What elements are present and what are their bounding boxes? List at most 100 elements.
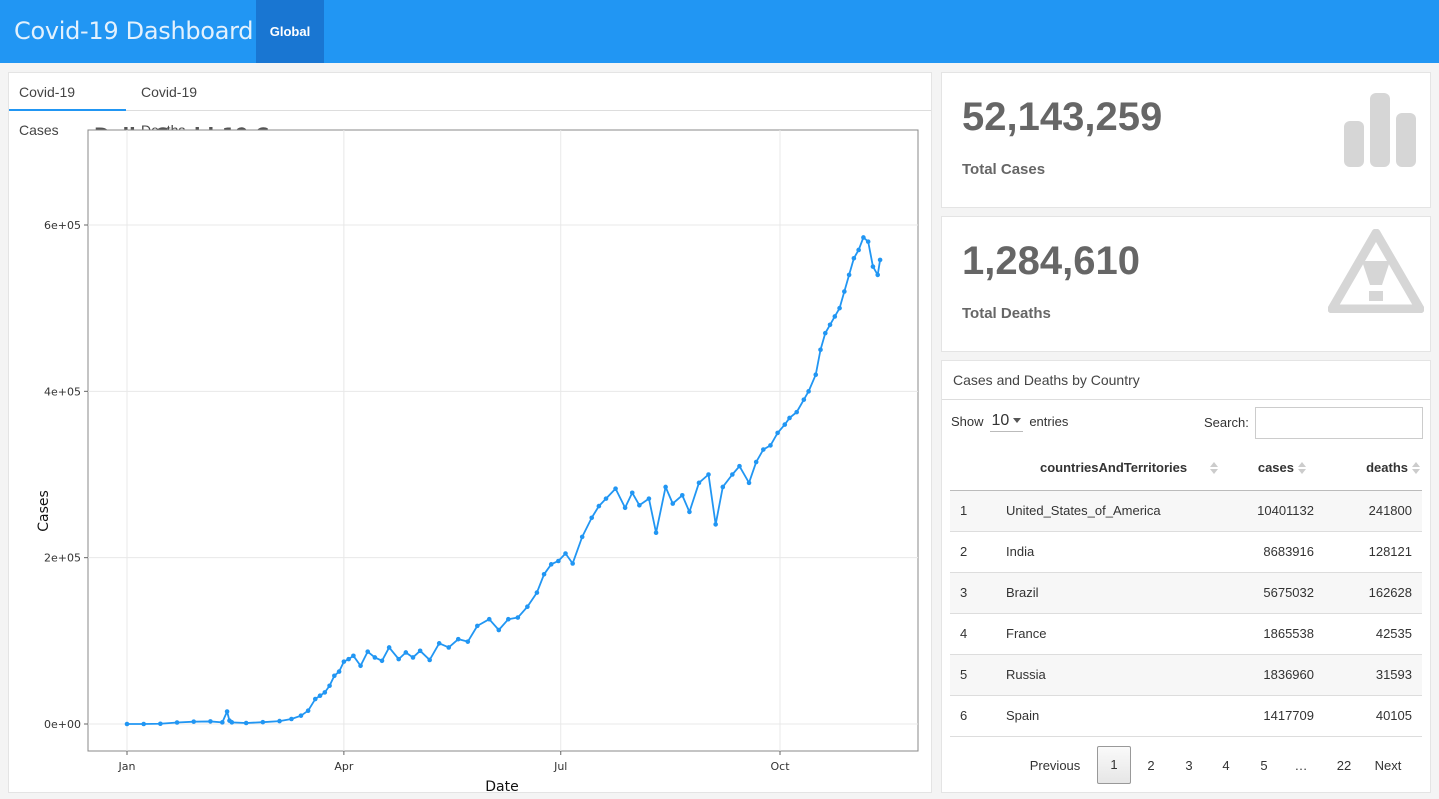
data-point — [332, 673, 337, 679]
data-point — [629, 490, 635, 496]
page-22-button[interactable]: 22 — [1330, 746, 1358, 786]
data-point — [475, 623, 480, 629]
x-axis-label: Date — [485, 779, 518, 792]
table-row[interactable]: 6 Spain 1417709 40105 — [950, 696, 1422, 737]
data-point — [534, 590, 540, 595]
row-index: 2 — [960, 544, 968, 559]
row-cases: 8683916 — [1263, 544, 1314, 559]
data-point — [596, 503, 602, 509]
col-header-cases[interactable]: cases — [1238, 445, 1308, 491]
table-header: countriesAndTerritories cases deaths — [950, 445, 1422, 491]
pagination-previous[interactable]: Previous — [1022, 746, 1088, 786]
data-point — [589, 515, 595, 521]
pagination-ellipsis: … — [1294, 758, 1308, 773]
pagination-next[interactable]: Next — [1366, 746, 1410, 786]
page-3-button[interactable]: 3 — [1178, 746, 1200, 786]
data-point — [486, 616, 492, 622]
data-point — [322, 690, 328, 695]
pagination: Previous 1 2 3 4 5 … 22 Next — [942, 746, 1430, 786]
data-point — [846, 272, 852, 278]
col-header-deaths[interactable]: deaths — [1326, 445, 1422, 491]
page-2-button[interactable]: 2 — [1140, 746, 1162, 786]
data-point — [870, 264, 876, 269]
data-point — [260, 719, 266, 725]
data-point — [358, 663, 363, 669]
y-tick-label: 6e+05 — [44, 219, 81, 232]
x-tick-label: Apr — [334, 760, 354, 773]
data-point — [436, 641, 442, 646]
tab-covid-deaths[interactable]: Covid-19 Deaths — [131, 73, 251, 138]
col-header-country[interactable]: countriesAndTerritories — [1040, 445, 1220, 491]
data-point — [191, 719, 197, 724]
table-row[interactable]: 2 India 8683916 128121 — [950, 532, 1422, 573]
data-point — [548, 562, 554, 567]
row-country: Brazil — [1006, 585, 1039, 600]
data-point — [277, 718, 282, 724]
data-point — [379, 658, 385, 664]
data-point — [446, 645, 452, 650]
data-point — [782, 422, 788, 427]
data-point — [856, 247, 861, 253]
data-point — [706, 472, 711, 477]
data-point — [372, 655, 378, 660]
data-point — [713, 522, 718, 527]
data-point — [124, 721, 130, 727]
x-tick-label: Jan — [118, 760, 136, 773]
daily-cases-chart: Daily Covid-19 Cases0e+002e+054e+056e+05… — [36, 124, 919, 792]
data-point — [837, 305, 842, 311]
length-value: 10 — [991, 411, 1010, 429]
row-deaths: 42535 — [1375, 626, 1412, 641]
table-body: 1 United_States_of_America 10401132 2418… — [950, 491, 1422, 737]
data-point — [801, 397, 807, 402]
row-cases: 5675032 — [1263, 585, 1314, 600]
data-point — [305, 708, 311, 713]
length-select[interactable]: 10 — [989, 410, 1024, 432]
nav-tab-global[interactable]: Global — [256, 0, 324, 63]
page-1-button[interactable]: 1 — [1097, 746, 1131, 784]
row-deaths: 128121 — [1368, 544, 1412, 559]
data-point — [327, 683, 332, 689]
warning-icon — [1328, 229, 1424, 313]
navbar: Covid-19 Dashboard Global — [0, 0, 1439, 63]
page-5-button[interactable]: 5 — [1253, 746, 1275, 786]
data-point — [298, 713, 304, 718]
sort-icon — [1298, 462, 1306, 474]
data-point — [174, 720, 180, 725]
data-point — [220, 720, 225, 725]
row-deaths: 40105 — [1375, 708, 1412, 723]
table-row[interactable]: 5 Russia 1836960 31593 — [950, 655, 1422, 696]
data-point — [603, 496, 609, 501]
y-tick-label: 4e+05 — [44, 385, 81, 398]
search-label: Search: — [1204, 415, 1249, 430]
row-index: 4 — [960, 626, 968, 641]
x-tick-label: Oct — [770, 760, 790, 773]
row-cases: 1865538 — [1263, 626, 1314, 641]
data-point — [417, 648, 423, 654]
total-deaths-value: 1,284,610 — [962, 239, 1140, 283]
data-point — [663, 484, 668, 490]
sort-icon — [1412, 462, 1420, 474]
data-point — [515, 615, 521, 620]
row-country: Russia — [1006, 667, 1046, 682]
table-row[interactable]: 4 France 1865538 42535 — [950, 614, 1422, 655]
row-index: 3 — [960, 585, 968, 600]
data-point — [813, 372, 819, 378]
data-point — [832, 314, 838, 319]
row-cases: 1836960 — [1263, 667, 1314, 682]
data-point — [351, 653, 356, 659]
total-deaths-box: 1,284,610 Total Deaths — [941, 216, 1431, 352]
total-cases-label: Total Cases — [962, 161, 1046, 178]
row-index: 5 — [960, 667, 968, 682]
data-point — [541, 572, 547, 577]
data-point — [563, 551, 568, 556]
page-4-button[interactable]: 4 — [1215, 746, 1237, 786]
tab-covid-cases[interactable]: Covid-19 Cases — [9, 73, 126, 138]
data-point — [410, 655, 416, 660]
data-point — [579, 534, 585, 540]
search-input[interactable] — [1255, 407, 1423, 439]
data-point — [842, 289, 847, 294]
table-row[interactable]: 1 United_States_of_America 10401132 2418… — [950, 491, 1422, 532]
table-row[interactable]: 3 Brazil 5675032 162628 — [950, 573, 1422, 614]
data-point — [317, 693, 323, 699]
data-point — [679, 492, 685, 498]
